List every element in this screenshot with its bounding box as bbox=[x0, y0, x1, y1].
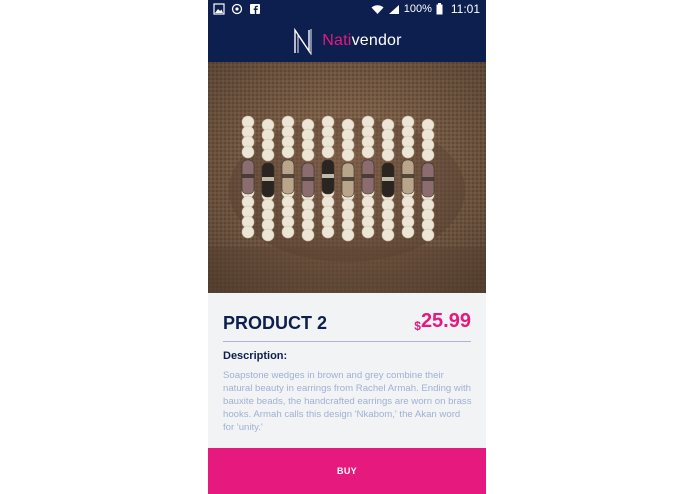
buy-button[interactable]: BUY bbox=[208, 448, 486, 494]
wifi-icon bbox=[371, 4, 384, 14]
status-bar: 100% 11:01 bbox=[208, 0, 486, 20]
product-price: $25.99 bbox=[414, 310, 471, 333]
clock: 11:01 bbox=[450, 2, 480, 16]
brand-name-part2: vendor bbox=[351, 32, 402, 49]
signal-icon bbox=[388, 4, 399, 14]
brand-name-part1: Nati bbox=[322, 32, 352, 49]
sync-icon bbox=[231, 3, 243, 15]
product-details: PRODUCT 2 $25.99 Description: Soapstone … bbox=[208, 293, 486, 448]
description-label: Description: bbox=[223, 350, 288, 362]
facebook-icon bbox=[250, 4, 260, 14]
price-amount: 25.99 bbox=[420, 310, 471, 332]
buy-button-label: BUY bbox=[337, 466, 357, 476]
battery-percent: 100% bbox=[403, 3, 432, 15]
title-row: PRODUCT 2 $25.99 bbox=[223, 310, 471, 336]
product-name: PRODUCT 2 bbox=[223, 313, 328, 333]
divider bbox=[223, 341, 471, 342]
phone-screen: 100% 11:01 Nativendor PRODUCT 2 $25.99 D… bbox=[208, 0, 486, 494]
app-header: Nativendor bbox=[208, 20, 486, 62]
battery-icon bbox=[436, 3, 443, 15]
bracelets-photo bbox=[208, 62, 486, 293]
price-currency: $ bbox=[414, 319, 421, 333]
nativendor-logo-icon bbox=[294, 27, 312, 55]
brand-name: Nativendor bbox=[322, 32, 401, 50]
gallery-icon bbox=[213, 3, 225, 15]
product-image bbox=[208, 62, 486, 293]
description-text: Soapstone wedges in brown and grey combi… bbox=[223, 370, 472, 433]
